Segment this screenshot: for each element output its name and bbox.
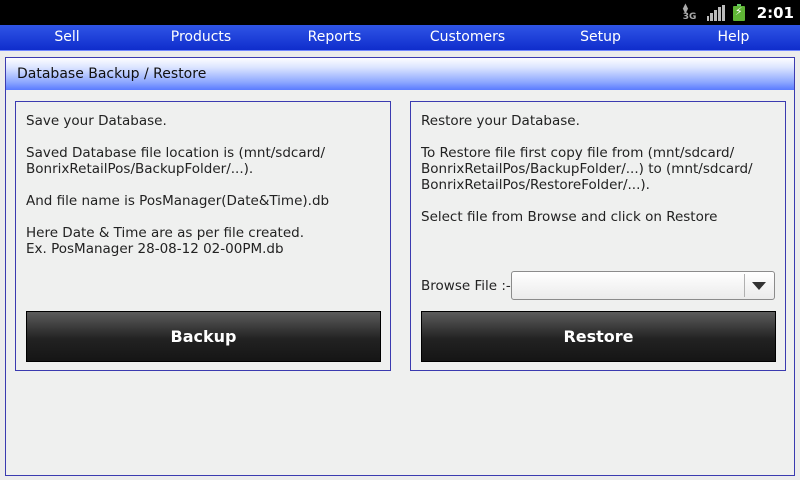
restore-line-4: BonrixRetailPos/RestoreFolder/...). — [421, 177, 650, 193]
select-divider — [744, 274, 745, 297]
network-label: 3G — [682, 11, 697, 22]
signal-icon — [706, 4, 725, 21]
page-title: Database Backup / Restore — [17, 66, 207, 82]
menu-item-reports[interactable]: Reports — [268, 25, 401, 51]
network-3g-icon: ▲ ▼ 3G — [681, 2, 697, 23]
restore-line-5: Select file from Browse and click on Res… — [421, 209, 718, 225]
menu-item-setup[interactable]: Setup — [534, 25, 667, 51]
restore-panel: Restore your Database. To Restore file f… — [410, 101, 786, 371]
restore-line-3: BonrixRetailPos/BackupFolder/...) to (mn… — [421, 161, 753, 177]
backup-line-3: BonrixRetailPos/BackupFolder/...). — [26, 161, 254, 177]
restore-instructions: Restore your Database. To Restore file f… — [421, 113, 753, 241]
menu-item-customers[interactable]: Customers — [401, 25, 534, 51]
menu-item-sell[interactable]: Sell — [0, 25, 134, 51]
browse-file-select[interactable] — [511, 271, 775, 300]
backup-panel: Save your Database. Saved Database file … — [15, 101, 391, 371]
content-area: Database Backup / Restore Save your Data… — [0, 51, 800, 480]
browse-file-label: Browse File :- — [421, 278, 511, 294]
backup-line-6: Ex. PosManager 28-08-12 02-00PM.db — [26, 241, 284, 257]
backup-line-5: Here Date & Time are as per file created… — [26, 225, 305, 241]
battery-charging-icon: ⚡ — [732, 4, 745, 21]
backup-instructions: Save your Database. Saved Database file … — [26, 113, 329, 273]
status-bar: ▲ ▼ 3G ⚡ 2:01 — [0, 0, 800, 25]
page-frame: Database Backup / Restore Save your Data… — [5, 57, 795, 476]
backup-line-2: Saved Database file location is (mnt/sdc… — [26, 145, 326, 161]
clock: 2:01 — [756, 3, 794, 22]
menu-bar: Sell Products Reports Customers Setup He… — [0, 25, 800, 51]
page-header: Database Backup / Restore — [6, 58, 794, 90]
restore-line-1: Restore your Database. — [421, 113, 580, 129]
status-icons: ▲ ▼ 3G ⚡ 2:01 — [681, 0, 794, 25]
restore-button[interactable]: Restore — [421, 311, 776, 362]
backup-line-1: Save your Database. — [26, 113, 167, 129]
dropdown-arrow-icon — [752, 282, 766, 290]
menu-item-help[interactable]: Help — [667, 25, 800, 51]
backup-button[interactable]: Backup — [26, 311, 381, 362]
restore-line-2: To Restore file first copy file from (mn… — [421, 145, 735, 161]
menu-item-products[interactable]: Products — [134, 25, 268, 51]
backup-line-4: And file name is PosManager(Date&Time).d… — [26, 193, 330, 209]
